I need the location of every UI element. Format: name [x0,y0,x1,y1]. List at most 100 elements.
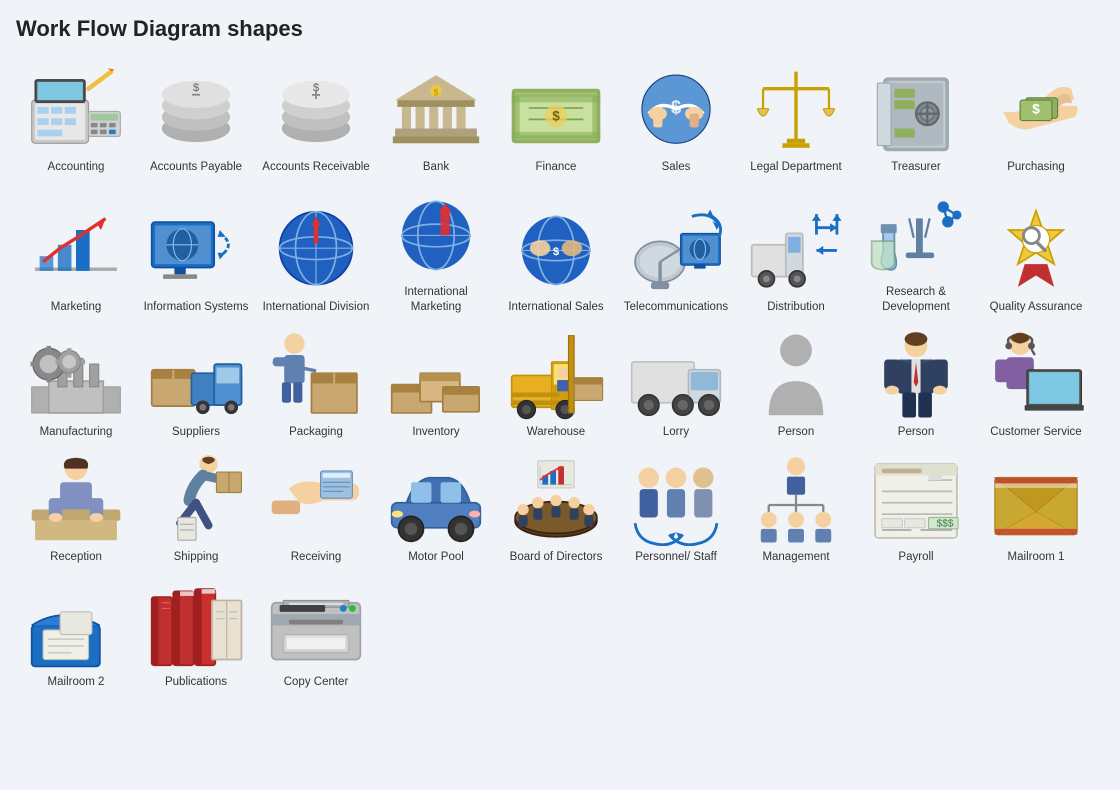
icon-packaging [266,331,366,421]
item-distribution[interactable]: Distribution [736,185,856,321]
icon-shipping [146,456,246,546]
label-management: Management [762,550,829,565]
icon-motor-pool [386,456,486,546]
icon-lorry [626,331,726,421]
icon-international-division [266,206,366,296]
icon-personnel-staff [626,456,726,546]
item-international-marketing[interactable]: International Marketing [376,185,496,321]
item-personnel-staff[interactable]: Personnel/ Staff [616,450,736,571]
label-publications: Publications [165,675,227,690]
icon-copy-center [266,581,366,671]
label-lorry: Lorry [663,425,689,440]
item-inventory[interactable]: Inventory [376,325,496,446]
item-motor-pool[interactable]: Motor Pool [376,450,496,571]
item-telecommunications[interactable]: Telecommunications [616,185,736,321]
item-suppliers[interactable]: Suppliers [136,325,256,446]
item-receiving[interactable]: Receiving [256,450,376,571]
svg-text:$: $ [671,97,681,117]
item-person2[interactable]: Person [856,325,976,446]
icon-reception [26,456,126,546]
icon-person2 [866,331,966,421]
icon-purchasing: $ $ [986,66,1086,156]
icon-person1 [746,331,846,421]
icon-management [746,456,846,546]
item-management[interactable]: Management [736,450,856,571]
label-marketing: Marketing [51,300,102,315]
icon-warehouse [506,331,606,421]
label-international-division: International Division [263,300,370,315]
item-packaging[interactable]: Packaging [256,325,376,446]
icon-quality-assurance [986,206,1086,296]
icon-manufacturing [26,331,126,421]
label-mailroom2: Mailroom 2 [48,675,105,690]
item-treasurer[interactable]: Treasurer [856,60,976,181]
item-information-systems[interactable]: Information Systems [136,185,256,321]
item-publications[interactable]: Publications [136,575,256,696]
icon-accounting [26,66,126,156]
label-information-systems: Information Systems [144,300,249,315]
item-research-development[interactable]: Research & Development [856,185,976,321]
item-accounting[interactable]: Accounting [16,60,136,181]
label-international-marketing: International Marketing [380,285,492,315]
label-payroll: Payroll [898,550,933,565]
label-distribution: Distribution [767,300,825,315]
label-telecommunications: Telecommunications [624,300,728,315]
svg-text:$$$: $$$ [936,519,953,530]
label-research-development: Research & Development [860,285,972,315]
item-warehouse[interactable]: Warehouse [496,325,616,446]
item-quality-assurance[interactable]: Quality Assurance [976,185,1096,321]
icon-telecommunications [626,206,726,296]
item-finance[interactable]: $ Finance [496,60,616,181]
svg-text:$: $ [1032,101,1040,116]
item-payroll[interactable]: $$$ Payroll [856,450,976,571]
item-mailroom1[interactable]: Mailroom 1 [976,450,1096,571]
icon-international-sales: $ [506,206,606,296]
icon-legal-department [746,66,846,156]
item-lorry[interactable]: Lorry [616,325,736,446]
label-accounts-payable: Accounts Payable [150,160,242,175]
icon-accounts-payable: − $ [146,66,246,156]
item-accounts-payable[interactable]: − $ Accounts Payable [136,60,256,181]
label-receiving: Receiving [291,550,342,565]
label-shipping: Shipping [174,550,219,565]
item-manufacturing[interactable]: Manufacturing [16,325,136,446]
icon-receiving [266,456,366,546]
item-customer-service[interactable]: Customer Service [976,325,1096,446]
icon-grid: Accounting − $ Accounts Payable + $ Acco… [16,60,1104,696]
item-board-of-directors[interactable]: Board of Directors [496,450,616,571]
label-reception: Reception [50,550,102,565]
svg-text:$: $ [552,108,560,123]
icon-marketing [26,206,126,296]
label-personnel-staff: Personnel/ Staff [635,550,717,565]
label-sales: Sales [662,160,691,175]
item-legal-department[interactable]: Legal Department [736,60,856,181]
icon-accounts-receivable: + $ [266,66,366,156]
svg-text:$: $ [433,87,438,97]
item-marketing[interactable]: Marketing [16,185,136,321]
label-person1: Person [778,425,814,440]
item-person1[interactable]: Person [736,325,856,446]
item-copy-center[interactable]: Copy Center [256,575,376,696]
item-reception[interactable]: Reception [16,450,136,571]
icon-inventory [386,331,486,421]
label-motor-pool: Motor Pool [408,550,464,565]
icon-payroll: $$$ [866,456,966,546]
page-title: Work Flow Diagram shapes [16,16,1104,42]
item-international-sales[interactable]: $ International Sales [496,185,616,321]
item-purchasing[interactable]: $ $ Purchasing [976,60,1096,181]
icon-customer-service [986,331,1086,421]
item-shipping[interactable]: Shipping [136,450,256,571]
item-sales[interactable]: $ Sales [616,60,736,181]
label-mailroom1: Mailroom 1 [1008,550,1065,565]
svg-text:$: $ [553,246,560,258]
item-mailroom2[interactable]: Mailroom 2 [16,575,136,696]
label-accounts-receivable: Accounts Receivable [262,160,369,175]
item-bank[interactable]: $ Bank [376,60,496,181]
item-international-division[interactable]: International Division [256,185,376,321]
label-warehouse: Warehouse [527,425,585,440]
item-accounts-receivable[interactable]: + $ Accounts Receivable [256,60,376,181]
label-copy-center: Copy Center [284,675,349,690]
icon-mailroom2 [26,581,126,671]
icon-international-marketing [386,191,486,281]
label-finance: Finance [536,160,577,175]
